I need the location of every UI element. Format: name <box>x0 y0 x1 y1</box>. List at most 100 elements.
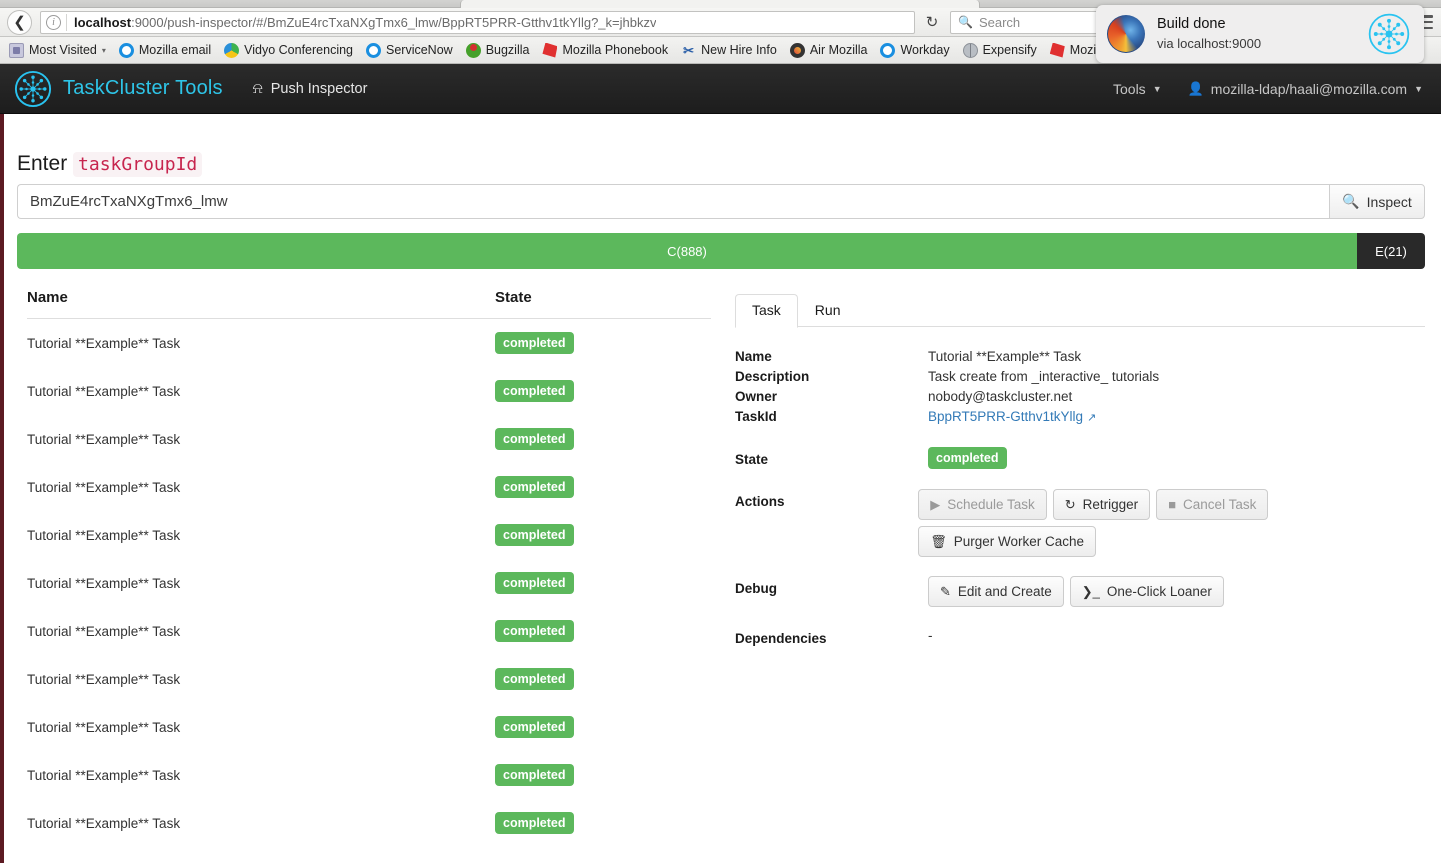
table-header-row: Name State <box>27 289 711 319</box>
cube-icon: ⍾ <box>252 80 263 97</box>
search-icon: 🔍 <box>1342 193 1360 209</box>
task-name-cell: Tutorial **Example** Task <box>27 671 181 687</box>
taskid-link[interactable]: BppRT5PRR-Gtthv1tkYllg <box>928 409 1083 424</box>
task-state-cell: completed <box>495 476 574 498</box>
table-body: Tutorial **Example** Task completed Tutori… <box>27 319 711 847</box>
back-arrow-icon[interactable]: ❮ <box>7 9 32 35</box>
ring-icon <box>880 42 896 58</box>
trash-icon: 🗑 <box>930 534 947 549</box>
button-label: Cancel Task <box>1183 497 1257 512</box>
table-row[interactable]: Tutorial **Example** Task completed <box>27 751 711 799</box>
bookmark-item[interactable]: Mozill <box>1049 42 1102 58</box>
table-row[interactable]: Tutorial **Example** Task completed <box>27 319 711 367</box>
detail-value-description: Task create from _interactive_ tutorials <box>928 369 1160 384</box>
task-state-cell: completed <box>495 524 574 546</box>
task-detail-panel: Task Run Name Tutorial **Example** Task D… <box>735 294 1425 649</box>
bookmark-item[interactable]: Bugzilla <box>465 42 529 58</box>
ring-icon <box>118 42 134 58</box>
status-progress-bar: C(888) E(21) <box>17 233 1425 269</box>
inspect-button[interactable]: 🔍 Inspect <box>1329 184 1425 219</box>
detail-tabs: Task Run <box>735 294 1425 328</box>
button-label: Retrigger <box>1082 497 1139 512</box>
progress-segment-completed[interactable]: C(888) <box>17 233 1357 269</box>
bookmark-item[interactable]: Vidyo Conferencing <box>224 42 353 58</box>
progress-segment-exception[interactable]: E(21) <box>1357 233 1425 269</box>
status-badge: completed <box>495 380 574 402</box>
action-retrigger-button[interactable]: ↻ Retrigger <box>1052 489 1151 520</box>
taskgroupid-input-group: 🔍 Inspect <box>17 184 1425 219</box>
brand-link[interactable]: TaskCluster Tools <box>14 70 223 108</box>
table-row[interactable]: Tutorial **Example** Task completed <box>27 607 711 655</box>
table-row[interactable]: Tutorial **Example** Task completed <box>27 415 711 463</box>
detail-row-name: Name Tutorial **Example** Task <box>735 347 1425 367</box>
url-bar[interactable]: i localhost:9000/push-inspector/#/BmZuE4… <box>40 10 915 34</box>
taskcluster-logo-icon <box>1368 13 1410 55</box>
table-row[interactable]: Tutorial **Example** Task completed <box>27 511 711 559</box>
globe-icon <box>962 42 978 58</box>
url-path: :9000/push-inspector/#/BmZuE4rcTxaNXgTmx… <box>131 14 657 30</box>
table-row[interactable]: Tutorial **Example** Task completed <box>27 799 711 847</box>
bookmark-item[interactable]: Air Mozilla <box>789 42 867 58</box>
tools-menu[interactable]: Tools ▼ <box>1113 81 1162 97</box>
user-menu[interactable]: 👤 mozilla-ldap/haali@mozilla.com ▼ <box>1188 81 1423 97</box>
task-name-cell: Tutorial **Example** Task <box>27 527 181 543</box>
bookmark-item[interactable]: ✂ New Hire Info <box>681 43 777 58</box>
debug-edit-and-create-button[interactable]: ✎ Edit and Create <box>928 576 1064 607</box>
taskcluster-logo-icon <box>14 70 52 107</box>
task-state-cell: completed <box>495 764 574 786</box>
search-placeholder: Search <box>978 14 1021 30</box>
url-host: localhost <box>74 14 132 30</box>
terminal-icon: ❯_ <box>1081 584 1100 599</box>
taskgroupid-input[interactable] <box>17 184 1329 219</box>
bookmark-item[interactable]: ServiceNow <box>366 42 453 58</box>
debug-one-click-loaner-button[interactable]: ❯_ One-Click Loaner <box>1069 576 1224 607</box>
detail-label-dependencies: Dependencies <box>735 631 827 646</box>
bookmark-item[interactable]: Workday <box>880 42 950 58</box>
button-label: Schedule Task <box>947 497 1035 512</box>
vidyo-icon <box>224 42 240 58</box>
table-row[interactable]: Tutorial **Example** Task completed <box>27 703 711 751</box>
bookmark-item[interactable]: Mozilla email <box>118 42 211 58</box>
task-state-cell: completed <box>495 620 574 642</box>
desktop-notification[interactable]: Build done via localhost:9000 <box>1096 5 1424 63</box>
table-row[interactable]: Tutorial **Example** Task completed <box>27 559 711 607</box>
detail-row-actions: Actions ▶ Schedule Task ↻ Retrigger ■ Cancel … <box>735 489 1425 557</box>
info-icon[interactable]: i <box>46 14 61 30</box>
column-header-name: Name <box>27 289 68 306</box>
status-badge: completed <box>495 620 574 642</box>
action-purger-worker-cache-button[interactable]: 🗑 Purger Worker Cache <box>918 526 1097 557</box>
table-row[interactable]: Tutorial **Example** Task completed <box>27 463 711 511</box>
action-schedule-task-button: ▶ Schedule Task <box>918 489 1047 520</box>
status-badge: completed <box>495 428 574 450</box>
bookmark-label: Expensify <box>982 43 1037 57</box>
tab-task[interactable]: Task <box>735 294 798 328</box>
bookmark-item[interactable]: Expensify <box>962 42 1037 58</box>
notification-text: Build done via localhost:9000 <box>1157 15 1367 53</box>
dino-icon <box>1049 42 1065 58</box>
table-row[interactable]: Tutorial **Example** Task completed <box>27 367 711 415</box>
tab-run[interactable]: Run <box>798 294 858 328</box>
ring-icon <box>366 42 381 58</box>
task-state-cell: completed <box>495 716 574 738</box>
bookmark-item[interactable]: Most Visited ▾ <box>9 42 106 58</box>
browser-tab[interactable] <box>460 0 980 8</box>
bookmark-item[interactable]: Mozilla Phonebook <box>542 42 669 58</box>
page-title-code: taskGroupId <box>73 152 203 177</box>
nav-item-push-inspector[interactable]: ⍾ Push Inspector <box>253 80 368 97</box>
bookmark-label: Mozilla Phonebook <box>562 43 669 57</box>
detail-label-owner: Owner <box>735 389 778 404</box>
reload-icon[interactable]: ↻ <box>919 11 945 34</box>
url-divider <box>66 13 67 31</box>
air-mozilla-icon <box>789 42 805 58</box>
detail-label-name: Name <box>735 349 772 364</box>
folder-icon <box>9 42 24 58</box>
status-badge: completed <box>495 764 574 786</box>
task-name-cell: Tutorial **Example** Task <box>27 575 181 591</box>
detail-label-actions: Actions <box>735 494 785 509</box>
table-row[interactable]: Tutorial **Example** Task completed <box>27 655 711 703</box>
task-state-cell: completed <box>495 668 574 690</box>
detail-row-dependencies: Dependencies - <box>735 626 1425 649</box>
detail-row-debug: Debug ✎ Edit and Create ❯_ One-Click Loaner <box>735 576 1425 607</box>
detail-value-dependencies: - <box>928 628 933 643</box>
status-badge: completed <box>495 524 574 546</box>
